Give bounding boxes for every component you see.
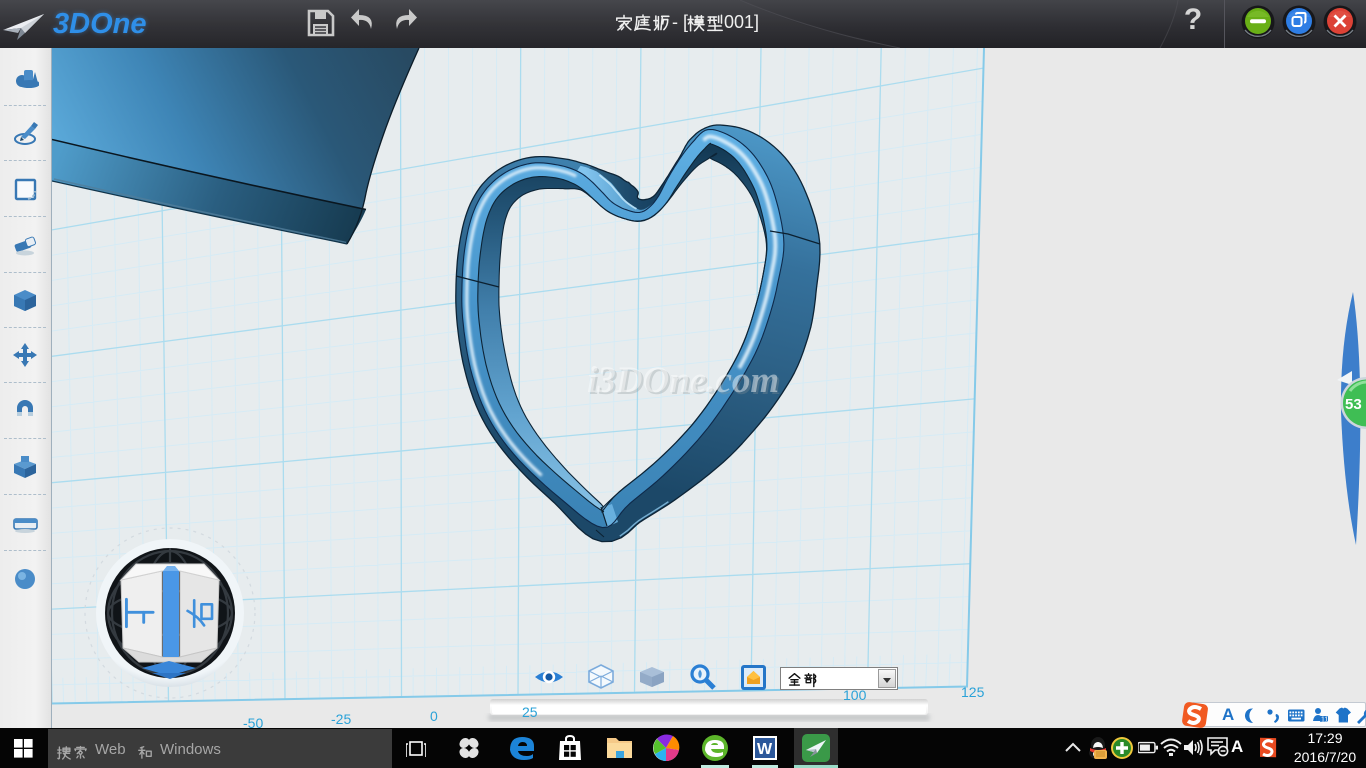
svg-text:Web: Web bbox=[95, 741, 126, 758]
svg-text:125: 125 bbox=[961, 684, 985, 700]
svg-text:Windows: Windows bbox=[160, 741, 221, 758]
svg-text:W: W bbox=[757, 741, 773, 758]
svg-text:53: 53 bbox=[1345, 396, 1362, 413]
svg-text:-25: -25 bbox=[331, 711, 351, 727]
svg-text:i3DOne.com: i3DOne.com bbox=[587, 360, 779, 401]
svg-text:- [: - [ bbox=[672, 12, 688, 32]
svg-text:0: 0 bbox=[430, 708, 438, 724]
svg-text:-50: -50 bbox=[243, 715, 263, 728]
svg-text:A: A bbox=[1222, 707, 1234, 724]
svg-text:001]: 001] bbox=[724, 12, 759, 32]
svg-text:11: 11 bbox=[1321, 717, 1328, 724]
svg-text:25: 25 bbox=[522, 704, 538, 720]
